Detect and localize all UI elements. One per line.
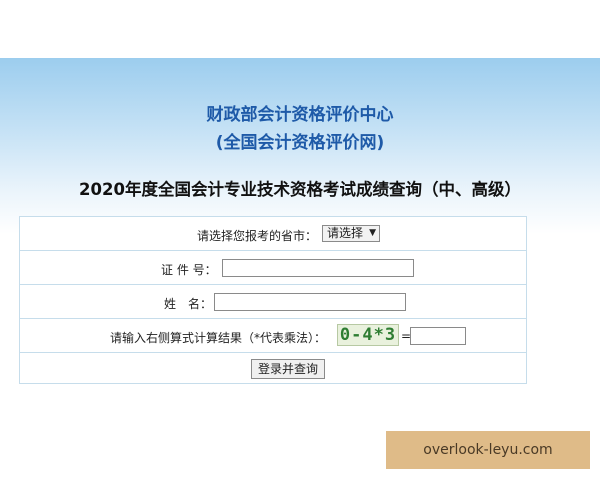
id-number-row: 证 件 号：: [20, 251, 526, 285]
province-select[interactable]: 请选择 ▼: [322, 225, 380, 242]
province-label: 请选择您报考的省市：: [197, 229, 318, 243]
login-query-button[interactable]: 登录并查询: [251, 359, 325, 379]
org-name: 财政部会计资格评价中心: [206, 105, 394, 125]
captcha-row: 请输入右侧算式计算结果（*代表乘法）： 0-4*3 =: [20, 319, 526, 353]
watermark: overlook-leyu.com: [386, 431, 590, 469]
org-site-name: (全国会计资格评价网): [215, 133, 385, 153]
name-input[interactable]: [214, 293, 406, 311]
id-number-label: 证 件 号：: [161, 263, 217, 277]
id-number-input[interactable]: [222, 259, 414, 277]
province-select-value: 请选择: [327, 226, 364, 240]
page-title: 2020年度全国会计专业技术资格考试成绩查询（中、高级）: [79, 180, 521, 199]
dropdown-arrow-icon: ▼: [369, 228, 376, 238]
captcha-image[interactable]: 0-4*3: [337, 324, 399, 346]
submit-row: 登录并查询: [20, 353, 526, 387]
name-row: 姓 名：: [20, 285, 526, 319]
province-row: 请选择您报考的省市： 请选择 ▼: [20, 217, 526, 251]
score-query-form: 请选择您报考的省市： 请选择 ▼ 证 件 号： 姓 名： 请输入右侧算式计算结果…: [19, 216, 527, 384]
captcha-label: 请输入右侧算式计算结果（*代表乘法）：: [110, 331, 327, 345]
name-label: 姓 名：: [164, 297, 213, 311]
captcha-answer-input[interactable]: [410, 327, 466, 345]
